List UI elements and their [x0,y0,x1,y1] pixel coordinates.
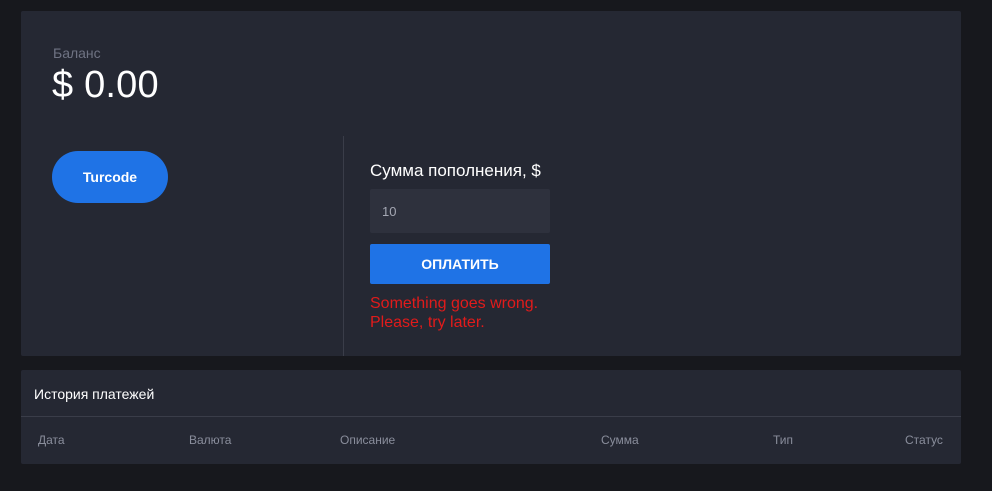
error-message-line2: Please, try later. [370,314,485,331]
column-header-amount: Сумма [601,433,639,447]
column-header-date: Дата [38,433,65,447]
balance-card: Баланс $ 0.00 Turcode Сумма пополнения, … [21,11,961,356]
error-message-line1: Something goes wrong. [370,295,539,312]
history-divider [21,416,961,417]
topup-amount-label: Сумма пополнения, $ [370,161,541,180]
balance-value: $ 0.00 [52,64,159,106]
pay-button[interactable]: ОПЛАТИТЬ [370,244,550,284]
column-header-type: Тип [773,433,794,447]
payment-history-title: История платежей [34,386,155,402]
vertical-divider [343,136,344,356]
turcode-provider-button[interactable]: Turcode [52,151,168,203]
error-message: Something goes wrong. Please, try later. [370,294,570,332]
payment-history-card: История платежей Дата Валюта Описание Су… [21,370,961,464]
balance-label: Баланс [53,45,101,61]
column-header-currency: Валюта [189,433,232,447]
column-header-description: Описание [340,433,396,447]
topup-amount-input[interactable] [370,189,550,233]
page: Баланс $ 0.00 Turcode Сумма пополнения, … [0,0,992,491]
column-header-status: Статус [905,433,943,447]
